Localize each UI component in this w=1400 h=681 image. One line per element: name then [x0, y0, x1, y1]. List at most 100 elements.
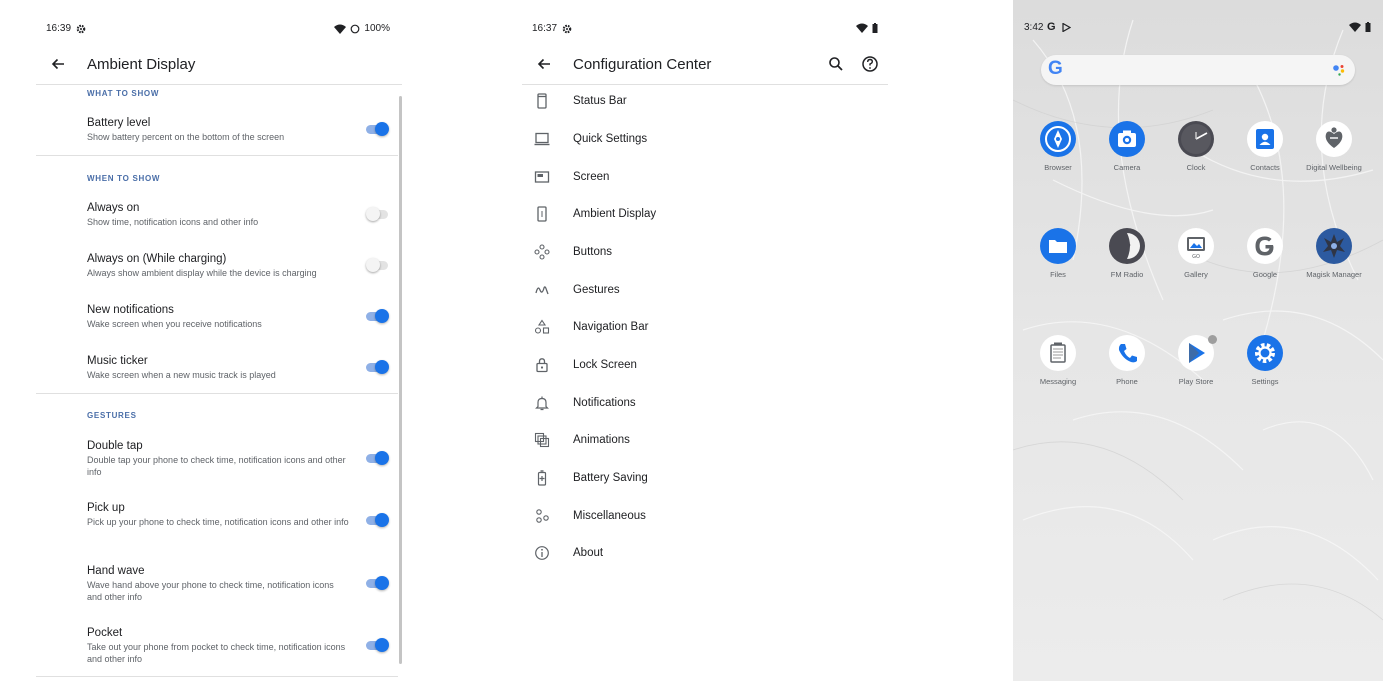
menu-item-battery-saving[interactable]: Battery Saving: [522, 461, 888, 497]
app-google[interactable]: Google: [1230, 228, 1300, 308]
camera-icon: [1109, 121, 1145, 157]
shapes-icon: [534, 319, 550, 334]
battery-ring-icon: [351, 24, 360, 33]
status-right: [1349, 22, 1371, 32]
always-on-charging-toggle[interactable]: [366, 258, 388, 272]
play-status-icon: [1062, 23, 1071, 32]
always-on-toggle[interactable]: [366, 207, 388, 221]
wifi-icon: [856, 23, 868, 33]
app-play-store[interactable]: Play Store: [1161, 335, 1231, 415]
section-header-gestures: GESTURES: [87, 411, 137, 420]
setting-pocket[interactable]: Pocket Take out your phone from pocket t…: [36, 627, 398, 671]
clock-icon: [1178, 121, 1214, 157]
setting-always-on-while-charging[interactable]: Always on (While charging) Always show a…: [36, 253, 398, 289]
status-time: 16:39: [46, 23, 72, 34]
menu-item-ambient-display[interactable]: Ambient Display: [522, 197, 888, 233]
buttons-icon: [534, 244, 550, 260]
app-browser[interactable]: Browser: [1023, 121, 1093, 201]
app-digital-wellbeing[interactable]: Digital Wellbeing: [1299, 121, 1369, 201]
menu-item-buttons[interactable]: Buttons: [522, 235, 888, 271]
pick-up-toggle[interactable]: [366, 513, 389, 527]
info-icon: [535, 546, 549, 560]
setting-music-ticker[interactable]: Music ticker Wake screen when a new musi…: [36, 355, 398, 391]
app-settings[interactable]: Settings: [1230, 335, 1300, 415]
menu-item-quick-settings[interactable]: Quick Settings: [522, 122, 888, 158]
setting-battery-level[interactable]: Battery level Show battery percent on th…: [36, 117, 398, 153]
google-status-icon: G: [1047, 21, 1056, 33]
gear-icon: [76, 24, 86, 34]
wifi-icon: [334, 24, 347, 34]
divider: [36, 676, 398, 677]
fm-radio-icon: [1109, 228, 1145, 264]
setting-double-tap[interactable]: Double tap Double tap your phone to chec…: [36, 440, 398, 484]
back-arrow-icon[interactable]: [534, 54, 554, 74]
app-camera[interactable]: Camera: [1092, 121, 1162, 201]
gallery-icon: GO: [1178, 228, 1214, 264]
status-time: 16:37: [532, 23, 558, 34]
menu-item-lock-screen[interactable]: Lock Screen: [522, 348, 888, 384]
menu-item-status-bar[interactable]: Status Bar: [522, 84, 888, 120]
files-icon: [1040, 228, 1076, 264]
status-time: 3:42: [1024, 22, 1044, 33]
music-ticker-toggle[interactable]: [366, 360, 389, 374]
phone-icon: [537, 93, 547, 109]
page-title: Ambient Display: [87, 56, 196, 73]
phone-call-icon: [1109, 335, 1145, 371]
scrollbar[interactable]: [399, 96, 402, 664]
pocket-toggle[interactable]: [366, 638, 389, 652]
divider: [36, 393, 398, 394]
status-bar: 16:39 100%: [36, 0, 402, 44]
menu-item-navigation-bar[interactable]: Navigation Bar: [522, 310, 888, 346]
menu-item-notifications[interactable]: Notifications: [522, 386, 888, 422]
double-tap-toggle[interactable]: [366, 451, 389, 465]
battery-icon: [872, 23, 878, 33]
section-header-when-to-show: WHEN TO SHOW: [87, 174, 161, 183]
google-icon: [1247, 228, 1283, 264]
page-title: Configuration Center: [573, 56, 712, 73]
new-notifications-toggle[interactable]: [366, 309, 389, 323]
setting-new-notifications[interactable]: New notifications Wake screen when you r…: [36, 304, 398, 340]
app-bar: Ambient Display: [36, 44, 402, 85]
menu-item-animations[interactable]: Animations: [522, 423, 888, 459]
lock-icon: [536, 358, 548, 373]
settings-icon: [1247, 335, 1283, 371]
google-search-bar[interactable]: G: [1041, 55, 1355, 85]
app-bar: Configuration Center: [522, 44, 888, 85]
app-clock[interactable]: Clock: [1161, 121, 1231, 201]
menu-item-miscellaneous[interactable]: Miscellaneous: [522, 499, 888, 535]
setting-always-on[interactable]: Always on Show time, notification icons …: [36, 202, 398, 238]
assistant-icon[interactable]: [1331, 62, 1347, 78]
app-contacts[interactable]: Contacts: [1230, 121, 1300, 201]
messaging-icon: [1040, 335, 1076, 371]
gesture-icon: [535, 286, 549, 295]
bell-icon: [535, 396, 549, 411]
app-gallery[interactable]: GO Gallery: [1161, 228, 1231, 308]
app-phone[interactable]: Phone: [1092, 335, 1162, 415]
wifi-icon: [1349, 22, 1361, 32]
menu-item-screen[interactable]: Screen: [522, 160, 888, 196]
divider: [36, 155, 398, 156]
home-screen: 3:42 G G Browser Camera Clock Contacts D…: [1013, 0, 1383, 681]
hand-wave-toggle[interactable]: [366, 576, 389, 590]
laptop-icon: [534, 132, 550, 146]
app-fm-radio[interactable]: FM Radio: [1092, 228, 1162, 308]
menu-item-gestures[interactable]: Gestures: [522, 273, 888, 309]
help-icon[interactable]: [860, 54, 880, 74]
app-files[interactable]: Files: [1023, 228, 1093, 308]
ambient-display-screen: 16:39 100% Ambient Display WHAT TO SHOW …: [36, 0, 402, 681]
status-bar: 16:37: [522, 0, 888, 44]
menu-item-about[interactable]: About: [522, 536, 888, 572]
setting-hand-wave[interactable]: Hand wave Wave hand above your phone to …: [36, 565, 398, 609]
app-magisk-manager[interactable]: Magisk Manager: [1299, 228, 1369, 308]
battery-level-toggle[interactable]: [366, 122, 389, 136]
battery-percent: 100%: [364, 23, 390, 34]
status-right: [856, 23, 878, 33]
setting-pick-up[interactable]: Pick up Pick up your phone to check time…: [36, 502, 398, 546]
ambient-phone-icon: [537, 206, 547, 222]
app-messaging[interactable]: Messaging: [1023, 335, 1093, 415]
contacts-icon: [1247, 121, 1283, 157]
section-header-what-to-show: WHAT TO SHOW: [87, 89, 160, 98]
back-arrow-icon[interactable]: [48, 54, 68, 74]
search-icon[interactable]: [826, 54, 846, 74]
battery-icon: [1365, 22, 1371, 32]
